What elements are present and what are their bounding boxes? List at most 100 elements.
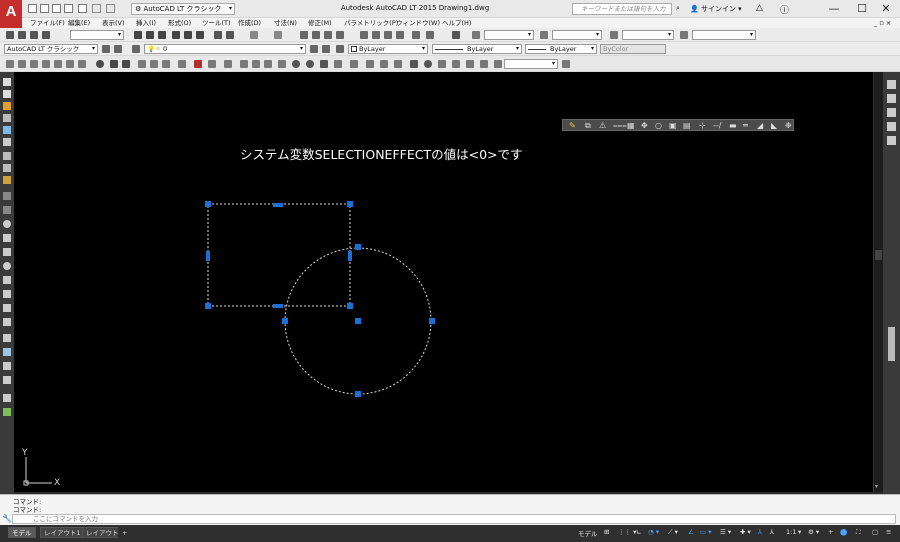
grip-circle-bottom[interactable] [355,391,361,397]
jogged-icon[interactable] [66,60,74,68]
quick-dim-icon[interactable] [110,60,118,68]
erase-icon[interactable]: ✎ [569,121,576,130]
pan-nav-icon[interactable] [887,94,896,103]
break-icon[interactable]: ▬ [729,121,737,130]
workspace-combo[interactable]: ⚙ AutoCAD LT クラシック ▾ [131,3,235,15]
dim-text-edit-icon[interactable] [252,60,260,68]
grip-rect-mid-bottom[interactable] [273,304,283,308]
join-icon[interactable]: ═ [743,121,748,130]
revcloud-tool-icon[interactable] [3,206,11,214]
text-tool-icon[interactable] [3,138,11,146]
copy-icon[interactable]: ⧉ [585,121,591,131]
color-icon[interactable] [336,45,344,53]
ellipse-icon[interactable] [320,60,328,68]
search-input[interactable]: キーワードまたは語句を入力 [572,3,672,15]
grip-circle-left[interactable] [282,318,288,324]
menu-view[interactable]: 表示(V) [102,18,125,28]
array-icon[interactable]: ▦ [627,121,635,130]
block-tool-icon[interactable] [3,276,11,284]
arc-icon[interactable] [306,60,314,68]
baseline-icon[interactable] [122,60,130,68]
point-icon[interactable] [424,60,432,68]
trim-icon[interactable]: ⊹ [699,121,706,130]
steering-wheel-icon[interactable] [887,80,896,89]
aligned-dim-icon[interactable] [18,60,26,68]
auto-scale-icon[interactable]: ⅄ [770,528,774,536]
palette-tab-icon[interactable] [888,327,895,361]
command-input[interactable]: ここにコマンドを入力 [12,514,896,524]
pan-icon[interactable] [300,31,308,39]
binoculars-icon[interactable]: ⌕ [676,4,680,13]
pencil-tool-icon[interactable] [3,102,11,110]
menu-help[interactable]: ヘルプ(H) [442,18,471,28]
menu-edit[interactable]: 編集(E) [68,18,90,28]
menu-dimension[interactable]: 寸法(N) [274,18,297,28]
markup-icon[interactable] [412,31,420,39]
table-style-icon[interactable] [610,31,618,39]
minimize-button[interactable]: — [820,0,848,18]
object-snap-icon[interactable]: ▭ ▾ [700,528,711,536]
customization-icon[interactable]: ≡ [886,528,891,536]
gradient-tool-icon[interactable] [3,304,11,312]
add-selected-tool-icon[interactable] [3,394,11,402]
move-icon[interactable]: ✥ [641,121,648,130]
linetype-combo[interactable]: ByLayer ▾ [432,44,522,54]
point-tool-icon[interactable] [3,290,11,298]
angular-icon[interactable] [96,60,104,68]
polygon-tool-icon[interactable] [3,126,11,134]
save-icon[interactable] [30,31,38,39]
dim-style-select-combo[interactable]: ▾ [504,59,558,69]
open-icon[interactable] [18,31,26,39]
hatch-icon[interactable] [350,60,358,68]
color-combo[interactable]: ByLayer ▾ [348,44,428,54]
menu-parametric[interactable]: パラメトリック(P) [344,18,398,28]
multileader-style-combo[interactable]: ▾ [692,30,756,40]
tab-layout1[interactable]: レイアウト1 [40,527,85,538]
chamfer-icon[interactable]: ◢ [757,121,763,130]
mirror-icon[interactable]: ⚠ [599,121,606,130]
circle-tool-icon[interactable] [3,192,11,200]
selected-rectangle[interactable] [207,203,351,307]
workspace-settings-icon[interactable] [114,45,122,53]
isodraft-icon[interactable]: ⟋ ▾ [668,528,678,537]
print-icon[interactable] [172,31,180,39]
stretch-icon[interactable]: ▤ [683,121,691,130]
plot-icon[interactable] [42,31,50,39]
preview-icon[interactable] [184,31,192,39]
application-menu-button[interactable]: A [0,0,22,28]
zoom-realtime-icon[interactable] [312,31,320,39]
region-icon[interactable] [334,60,342,68]
continue-icon[interactable] [138,60,146,68]
annotation-scale[interactable]: 1:1 [786,528,796,536]
dim-style-icon[interactable] [540,31,548,39]
extend-icon[interactable]: --/ [713,121,721,130]
showmotion-nav-icon[interactable] [887,136,896,145]
grip-rect-corner-bl[interactable] [205,303,211,309]
scale-icon[interactable]: ▣ [669,121,677,130]
quickcalc-icon[interactable] [426,31,434,39]
menu-draw[interactable]: 作成(D) [238,18,261,28]
image-tool-icon[interactable] [3,362,11,370]
grip-circle-top[interactable] [355,244,361,250]
zoom-window-icon[interactable] [324,31,332,39]
grip-circle-center[interactable] [355,318,361,324]
center-mark-icon[interactable] [194,60,202,68]
grid-icon[interactable]: ⊞ [604,528,609,536]
insert-tool-icon[interactable] [3,262,11,270]
tool-palettes-icon[interactable] [384,31,392,39]
properties-icon[interactable] [360,31,368,39]
table-tool-icon[interactable] [3,334,11,342]
table-style-combo[interactable]: ▾ [622,30,674,40]
text-style-icon[interactable] [472,31,480,39]
snap-icon[interactable]: ⋮⋮ ▾ [618,528,636,536]
plotstyle-combo[interactable]: ByColor [600,44,666,54]
signin-button[interactable]: 👤 サインイン ▾ [690,4,742,14]
transparency-icon[interactable]: ✚ ▾ [740,528,751,536]
wrench-icon[interactable]: 🔧 [2,514,12,523]
insert-block-icon[interactable] [438,60,446,68]
menu-window[interactable]: ウィンドウ(W) [396,18,440,28]
radius-icon[interactable] [54,60,62,68]
help-icon[interactable]: ⓘ [780,3,789,16]
layer-properties-icon[interactable] [132,45,140,53]
multileader-style-icon[interactable] [680,31,688,39]
